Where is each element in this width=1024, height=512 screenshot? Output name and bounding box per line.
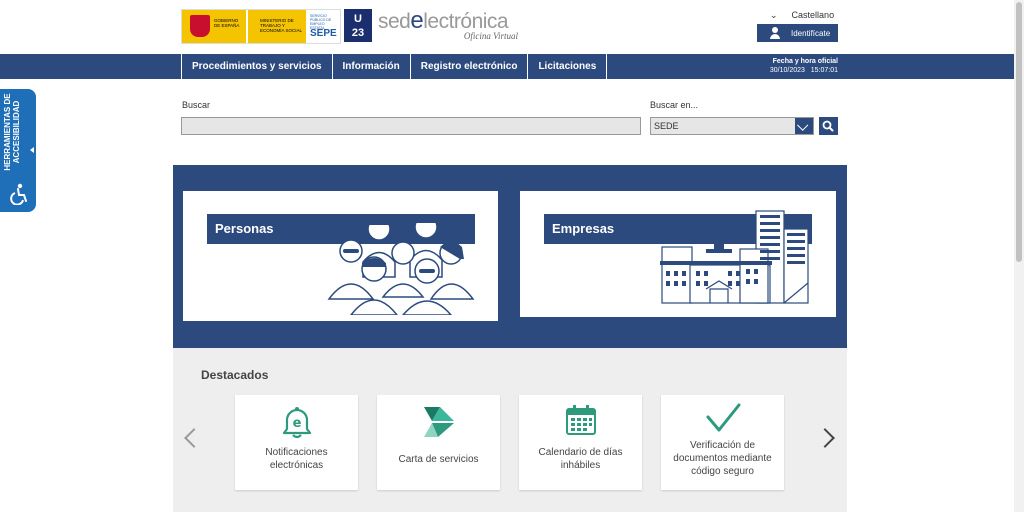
card-line: inhábiles — [560, 460, 601, 471]
accessibility-label: HERRAMIENTAS DE ACCESIBILIDAD — [3, 87, 21, 177]
official-datetime: Fecha y hora oficial 30/10/2023 15:07:01 — [738, 57, 838, 75]
search-scope-value: SEDE — [654, 121, 679, 131]
main-navbar: Procedimientos y servicios Información R… — [0, 54, 1024, 79]
page-scrollbar[interactable] — [1014, 0, 1024, 512]
card-line: Notificaciones — [265, 447, 328, 458]
user-icon — [769, 27, 781, 39]
carousel-next-button[interactable] — [815, 428, 835, 448]
gov-text: GOBIERNO DE ESPAÑA — [214, 18, 240, 28]
datetime-label: Fecha y hora oficial — [772, 58, 838, 65]
ministry-block: MINISTERIO DE TRABAJO Y ECONOMÍA SOCIAL — [248, 10, 306, 43]
spain-flag-block: GOBIERNO DE ESPAÑA — [182, 10, 246, 43]
card-line: electrónicas — [269, 460, 324, 471]
card-line: Verificación de — [689, 440, 756, 451]
card-notificaciones-label: Notificaciones electrónicas — [240, 446, 353, 472]
sede-prefix: sed — [378, 10, 411, 33]
u23-logo[interactable]: U 23 — [344, 9, 372, 42]
search-button[interactable] — [819, 117, 838, 135]
sepe-logo-icon — [424, 407, 454, 437]
calendar-icon — [566, 405, 596, 435]
card-verificacion-label: Verificación de documentos mediante códi… — [666, 439, 779, 478]
sede-subtitle: Oficina Virtual — [463, 31, 518, 41]
card-notificaciones[interactable]: e Notificaciones electrónicas — [235, 395, 358, 490]
main-nav: Procedimientos y servicios Información R… — [181, 54, 608, 79]
accessibility-icon — [10, 183, 27, 205]
svg-text:e: e — [293, 416, 302, 431]
sepe-label: SEPE — [310, 28, 337, 39]
search-scope-select[interactable]: SEDE — [650, 117, 814, 135]
search-in-label: Buscar en... — [650, 100, 699, 110]
card-carta-label: Carta de servicios — [382, 453, 495, 466]
checkmark-icon — [706, 403, 741, 432]
hero-section: Personas Empresas — [173, 165, 847, 348]
scrollbar-thumb[interactable] — [1016, 2, 1022, 262]
card-line: documentos mediante — [673, 453, 772, 464]
bell-notification-icon: e — [282, 407, 312, 439]
personas-card[interactable]: Personas — [183, 191, 498, 321]
language-label: Castellano — [791, 10, 835, 20]
card-line: Carta de servicios — [398, 454, 479, 465]
card-carta-servicios[interactable]: Carta de servicios — [377, 395, 500, 490]
sede-e: e — [410, 7, 424, 34]
government-logo[interactable]: GOBIERNO DE ESPAÑA MINISTERIO DE TRABAJO… — [181, 9, 341, 44]
card-calendario-label: Calendario de días inhábiles — [524, 446, 637, 472]
u23-bottom: 23 — [351, 27, 365, 39]
nav-procedimientos[interactable]: Procedimientos y servicios — [181, 54, 332, 79]
coat-of-arms-icon — [190, 15, 210, 37]
caret-left-icon — [30, 147, 34, 153]
destacados-section: Destacados e Notificaciones electrónicas… — [173, 348, 847, 512]
login-button[interactable]: Identifícate — [757, 24, 838, 42]
carousel-prev-button[interactable] — [184, 428, 204, 448]
ministry-text: MINISTERIO DE TRABAJO Y ECONOMÍA SOCIAL — [260, 18, 303, 33]
login-label: Identifícate — [791, 28, 831, 38]
destacados-title: Destacados — [201, 368, 269, 382]
accessibility-line1: HERRAMIENTAS DE — [3, 93, 12, 171]
card-calendario[interactable]: Calendario de días inhábiles — [519, 395, 642, 490]
accessibility-tools-tab[interactable]: HERRAMIENTAS DE ACCESIBILIDAD — [0, 89, 36, 212]
accessibility-line2: ACCESIBILIDAD — [12, 100, 21, 164]
people-illustration-icon — [327, 214, 475, 315]
empresas-card[interactable]: Empresas — [520, 191, 836, 317]
chevron-down-icon: ⌄ — [770, 10, 778, 20]
chevron-down-icon[interactable] — [795, 118, 813, 134]
sepe-logo: SERVICIO PÚBLICO DE EMPLEO ESTATAL SEPE — [308, 12, 338, 41]
datetime-date: 30/10/2023 — [769, 67, 805, 74]
nav-registro[interactable]: Registro electrónico — [409, 54, 528, 79]
card-line: Calendario de días — [538, 447, 623, 458]
u23-top: U — [354, 13, 362, 25]
card-line: código seguro — [691, 466, 754, 477]
buildings-illustration-icon — [660, 210, 809, 304]
datetime-time: 15:07:01 — [810, 67, 838, 74]
search-icon — [822, 120, 834, 132]
sede-electronica-logo[interactable]: sedelectrónica Oficina Virtual — [378, 7, 523, 42]
language-selector[interactable]: ⌄ Castellano — [770, 10, 834, 21]
search-label: Buscar — [182, 100, 211, 110]
card-verificacion[interactable]: Verificación de documentos mediante códi… — [661, 395, 784, 490]
sede-suffix: lectrónica — [423, 10, 509, 33]
search-input[interactable] — [181, 117, 641, 135]
nav-licitaciones[interactable]: Licitaciones — [527, 54, 608, 79]
nav-informacion[interactable]: Información — [331, 54, 410, 79]
